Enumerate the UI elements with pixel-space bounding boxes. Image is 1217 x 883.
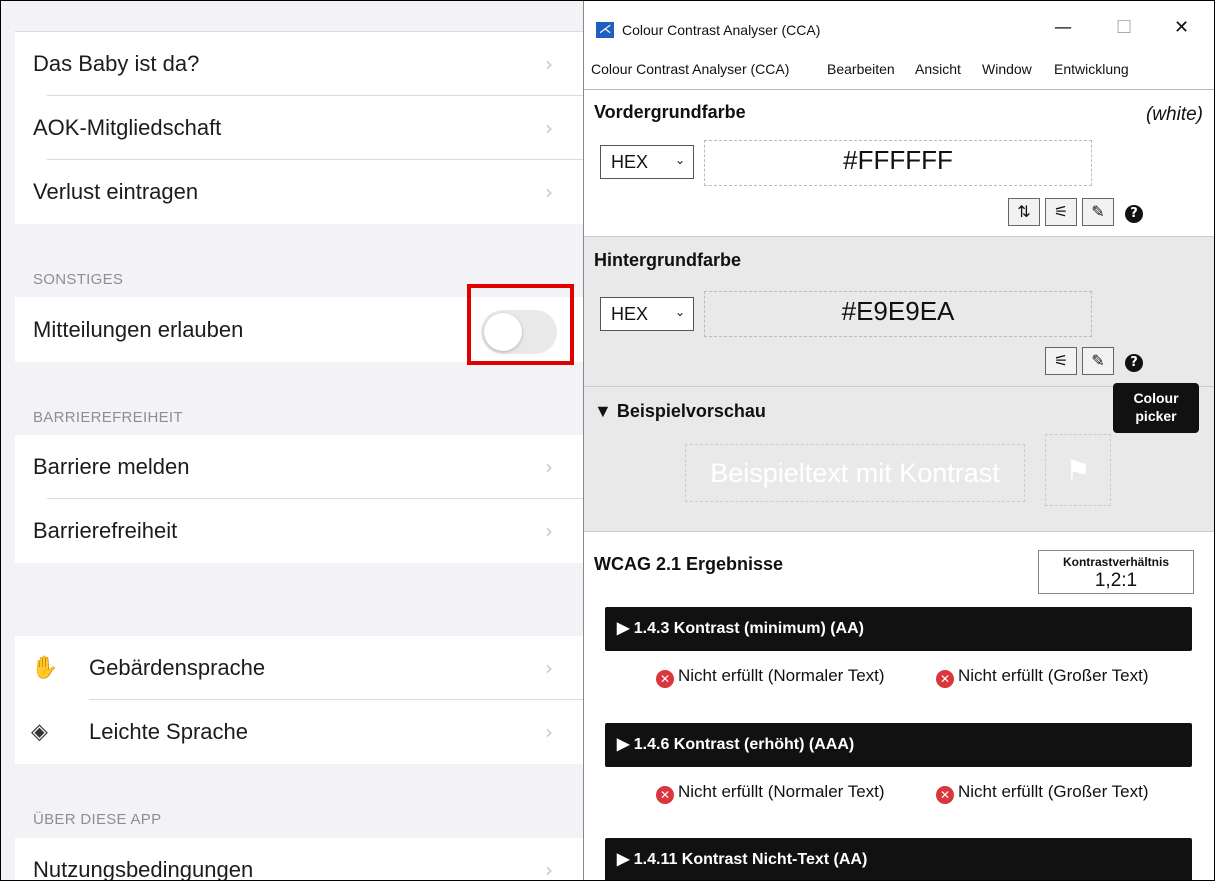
fail-icon: ✕ <box>656 786 674 804</box>
result-normal-label: Nicht erfüllt (Normaler Text) <box>678 666 885 685</box>
sliders-icon[interactable]: ⚟ <box>1045 347 1077 375</box>
help-icon[interactable]: ? <box>1119 347 1149 375</box>
result-normal-text: ✕ Nicht erfüllt (Normaler Text) <box>656 666 906 688</box>
section-header-barrierefreiheit: BARRIEREFREIHEIT <box>33 409 183 426</box>
colour-picker-tooltip: Colour picker <box>1113 383 1199 433</box>
chevron-right-icon: › <box>545 720 553 744</box>
settings-row-label: Nutzungsbedingungen <box>33 857 254 881</box>
criterion-1-4-3[interactable]: ▶ 1.4.3 Kontrast (minimum) (AA) <box>605 607 1192 651</box>
settings-row-sign-language[interactable]: ✋ Gebärdensprache › <box>15 636 583 700</box>
minimize-icon[interactable]: — <box>1054 17 1072 38</box>
result-large-label: Nicht erfüllt (Großer Text) <box>958 666 1149 685</box>
screenshot-frame: Das Baby ist da? › AOK-Mitgliedschaft › … <box>0 0 1215 881</box>
settings-row-accessibility[interactable]: Barrierefreiheit › <box>15 499 583 563</box>
sliders-icon[interactable]: ⚟ <box>1045 198 1077 226</box>
swap-colors-button[interactable]: ⇅ <box>1008 198 1040 226</box>
chart-icon[interactable]: ⚑ <box>1045 434 1111 506</box>
foreground-color-name: (white) <box>1145 104 1203 125</box>
chevron-down-icon: ⌄ <box>674 305 685 319</box>
settings-row-label: Leichte Sprache <box>89 719 248 744</box>
settings-row-label: Mitteilungen erlauben <box>33 316 244 342</box>
menu-item-view[interactable]: Ansicht <box>915 61 961 77</box>
window-title: Colour Contrast Analyser (CCA) <box>622 22 821 38</box>
settings-row-label: Barriere melden <box>33 454 190 479</box>
result-normal-text: ✕ Nicht erfüllt (Normaler Text) <box>656 782 906 804</box>
settings-row-label: Verlust eintragen <box>33 179 199 204</box>
eyedropper-icon[interactable]: ✎ <box>1082 347 1114 375</box>
background-panel: Hintergrundfarbe HEX ⌄ #E9E9EA ⚟ ✎ ? <box>584 236 1214 386</box>
menu-item-edit[interactable]: Bearbeiten <box>827 61 895 77</box>
chevron-right-icon: › <box>545 519 553 543</box>
sample-text-preview: Beispieltext mit Kontrast <box>685 444 1025 502</box>
cca-window: ⋌ Colour Contrast Analyser (CCA) — ☐ ✕ C… <box>583 1 1214 880</box>
background-hex-input[interactable]: #E9E9EA <box>704 291 1092 337</box>
criterion-1-4-6[interactable]: ▶ 1.4.6 Kontrast (erhöht) (AAA) <box>605 723 1192 767</box>
results-heading: WCAG 2.1 Ergebnisse <box>594 554 784 574</box>
contrast-ratio-label: Kontrastverhältnis <box>1062 555 1170 569</box>
preview-heading[interactable]: ▼ Beispielvorschau <box>594 401 766 422</box>
format-select-value: HEX <box>611 152 649 172</box>
section-header-sonstiges: SONSTIGES <box>33 271 124 288</box>
criterion-1-4-11[interactable]: ▶ 1.4.11 Kontrast Nicht-Text (AA) <box>605 838 1192 880</box>
contrast-ratio-box: Kontrastverhältnis 1,2:1 <box>1038 550 1194 594</box>
settings-row-easy-language[interactable]: ◈ Leichte Sprache › <box>15 700 583 764</box>
foreground-hex-input[interactable]: #FFFFFF <box>704 140 1092 186</box>
settings-row-label: Gebärdensprache <box>89 655 266 680</box>
settings-row-label: AOK-Mitgliedschaft <box>33 115 222 140</box>
help-icon[interactable]: ? <box>1119 198 1149 226</box>
background-format-select[interactable]: HEX ⌄ <box>600 297 694 331</box>
result-large-text: ✕ Nicht erfüllt (Großer Text) <box>936 782 1206 804</box>
background-heading: Hintergrundfarbe <box>594 250 742 270</box>
foreground-panel: Vordergrundfarbe (white) HEX ⌄ #FFFFFF ⇅… <box>584 90 1214 236</box>
settings-row-baby[interactable]: Das Baby ist da? › <box>15 32 583 96</box>
settings-row-loss[interactable]: Verlust eintragen › <box>15 160 583 224</box>
menu-item-app[interactable]: Colour Contrast Analyser (CCA) <box>591 61 789 77</box>
chevron-right-icon: › <box>545 180 553 204</box>
format-select-value: HEX <box>611 304 649 324</box>
sign-language-hand-icon: ✋ <box>31 655 59 681</box>
fail-icon: ✕ <box>936 670 954 688</box>
chevron-right-icon: › <box>545 455 553 479</box>
settings-row-report-barrier[interactable]: Barriere melden › <box>15 435 583 499</box>
foreground-format-select[interactable]: HEX ⌄ <box>600 145 694 179</box>
close-icon[interactable]: ✕ <box>1174 17 1189 38</box>
settings-row-label: Das Baby ist da? <box>33 51 200 76</box>
chevron-down-icon: ⌄ <box>674 153 685 167</box>
section-header-about: ÜBER DIESE APP <box>33 811 162 828</box>
contrast-ratio-value: 1,2:1 <box>1094 570 1138 591</box>
chevron-right-icon: › <box>545 116 553 140</box>
chevron-right-icon: › <box>545 52 553 76</box>
app-logo-icon: ⋌ <box>596 22 614 38</box>
eyedropper-icon[interactable]: ✎ <box>1082 198 1114 226</box>
fail-icon: ✕ <box>936 786 954 804</box>
title-bar: ⋌ Colour Contrast Analyser (CCA) — ☐ ✕ <box>584 1 1214 51</box>
result-large-text: ✕ Nicht erfüllt (Großer Text) <box>936 666 1206 688</box>
settings-row-terms[interactable]: Nutzungsbedingungen › <box>15 838 583 881</box>
ios-settings-panel: Das Baby ist da? › AOK-Mitgliedschaft › … <box>1 1 583 881</box>
highlight-box <box>467 284 574 365</box>
chevron-right-icon: › <box>545 656 553 680</box>
foreground-heading: Vordergrundfarbe <box>594 102 746 122</box>
menu-item-development[interactable]: Entwicklung <box>1054 61 1129 77</box>
settings-row-label: Barrierefreiheit <box>33 518 178 543</box>
result-normal-label: Nicht erfüllt (Normaler Text) <box>678 782 885 801</box>
fail-icon: ✕ <box>656 670 674 688</box>
maximize-icon[interactable]: ☐ <box>1116 17 1132 38</box>
result-large-label: Nicht erfüllt (Großer Text) <box>958 782 1149 801</box>
easy-language-icon: ◈ <box>31 719 48 745</box>
settings-row-membership[interactable]: AOK-Mitgliedschaft › <box>15 96 583 160</box>
chevron-right-icon: › <box>545 858 553 881</box>
menu-item-window[interactable]: Window <box>982 61 1032 77</box>
